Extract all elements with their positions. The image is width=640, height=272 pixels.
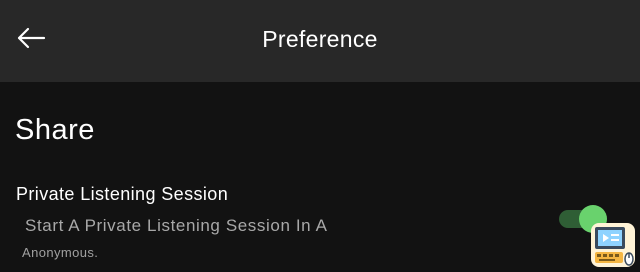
app-header: Preference (0, 0, 640, 82)
page-title: Preference (262, 26, 378, 52)
setting-description: Start A Private Listening Session In A (25, 216, 328, 235)
computer-logo-icon (589, 221, 637, 269)
setting-title: Private Listening Session (16, 184, 229, 204)
section-title: Share (15, 114, 95, 146)
preferences-screen: Preference Share Private Listening Sessi… (0, 0, 640, 272)
private-session-setting[interactable]: Private Listening Session Start A Privat… (0, 178, 640, 272)
setting-description-continued: Anonymous. (22, 245, 99, 260)
